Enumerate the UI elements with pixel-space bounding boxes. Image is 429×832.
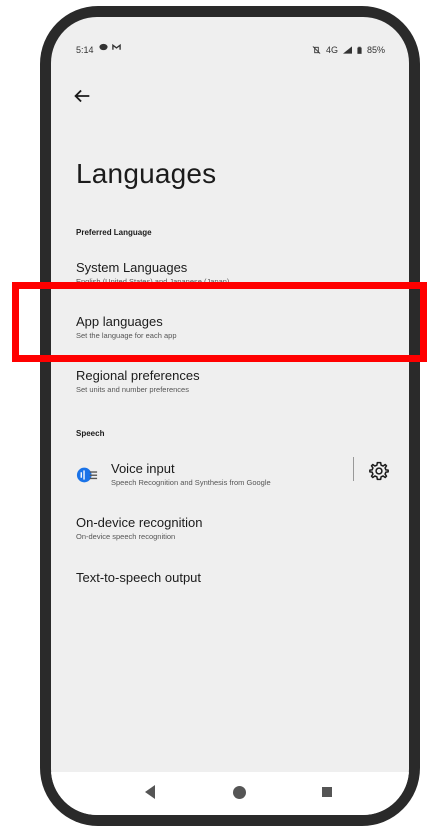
text-to-speech-title: Text-to-speech output xyxy=(76,570,202,585)
gear-icon[interactable] xyxy=(369,461,389,481)
battery-icon xyxy=(357,46,362,54)
app-languages-item[interactable]: App languages Set the language for each … xyxy=(76,314,389,341)
voice-input-item[interactable]: Voice input Speech Recognition and Synth… xyxy=(111,461,271,488)
regional-preferences-title: Regional preferences xyxy=(76,368,200,383)
voice-input-title: Voice input xyxy=(111,461,175,476)
regional-preferences-summary: Set units and number preferences xyxy=(76,385,189,394)
nav-home-icon[interactable] xyxy=(233,786,246,799)
voice-input-summary: Speech Recognition and Synthesis from Go… xyxy=(111,478,271,487)
app-languages-summary: Set the language for each app xyxy=(76,331,177,340)
voice-input-divider xyxy=(353,457,354,481)
section-header-speech: Speech xyxy=(76,429,105,438)
on-device-recognition-summary: On-device speech recognition xyxy=(76,532,176,541)
navigation-bar xyxy=(51,772,409,815)
signal-icon xyxy=(342,46,352,54)
on-device-recognition-item[interactable]: On-device recognition On-device speech r… xyxy=(76,515,389,542)
message-icon xyxy=(99,43,108,51)
system-languages-item[interactable]: System Languages English (United States)… xyxy=(76,260,389,287)
page-title: Languages xyxy=(76,158,217,189)
on-device-recognition-title: On-device recognition xyxy=(76,515,203,530)
nav-recents-icon[interactable] xyxy=(322,787,332,797)
voice-input-icon xyxy=(76,467,98,483)
system-languages-summary: English (United States) and Japanese (Ja… xyxy=(76,277,230,286)
regional-preferences-item[interactable]: Regional preferences Set units and numbe… xyxy=(76,368,389,395)
phone-frame: 5:14 4G 85% Languages Preferred Language… xyxy=(40,6,420,826)
nav-back-icon[interactable] xyxy=(143,784,157,800)
battery-percent: 85% xyxy=(366,45,385,55)
status-time: 5:14 xyxy=(76,45,94,55)
section-header-preferred-language: Preferred Language xyxy=(76,228,152,237)
vibrate-icon xyxy=(312,46,321,54)
app-languages-title: App languages xyxy=(76,314,163,329)
text-to-speech-item[interactable]: Text-to-speech output xyxy=(76,570,389,586)
status-bar: 5:14 4G 85% xyxy=(51,17,409,69)
status-notification-icons xyxy=(99,43,121,51)
status-right-group: 4G 85% xyxy=(312,45,385,55)
network-type: 4G xyxy=(325,45,338,55)
system-languages-title: System Languages xyxy=(76,260,188,275)
back-arrow-icon[interactable] xyxy=(71,85,93,107)
gmail-icon xyxy=(112,43,121,50)
screen: 5:14 4G 85% Languages Preferred Language… xyxy=(51,17,409,815)
